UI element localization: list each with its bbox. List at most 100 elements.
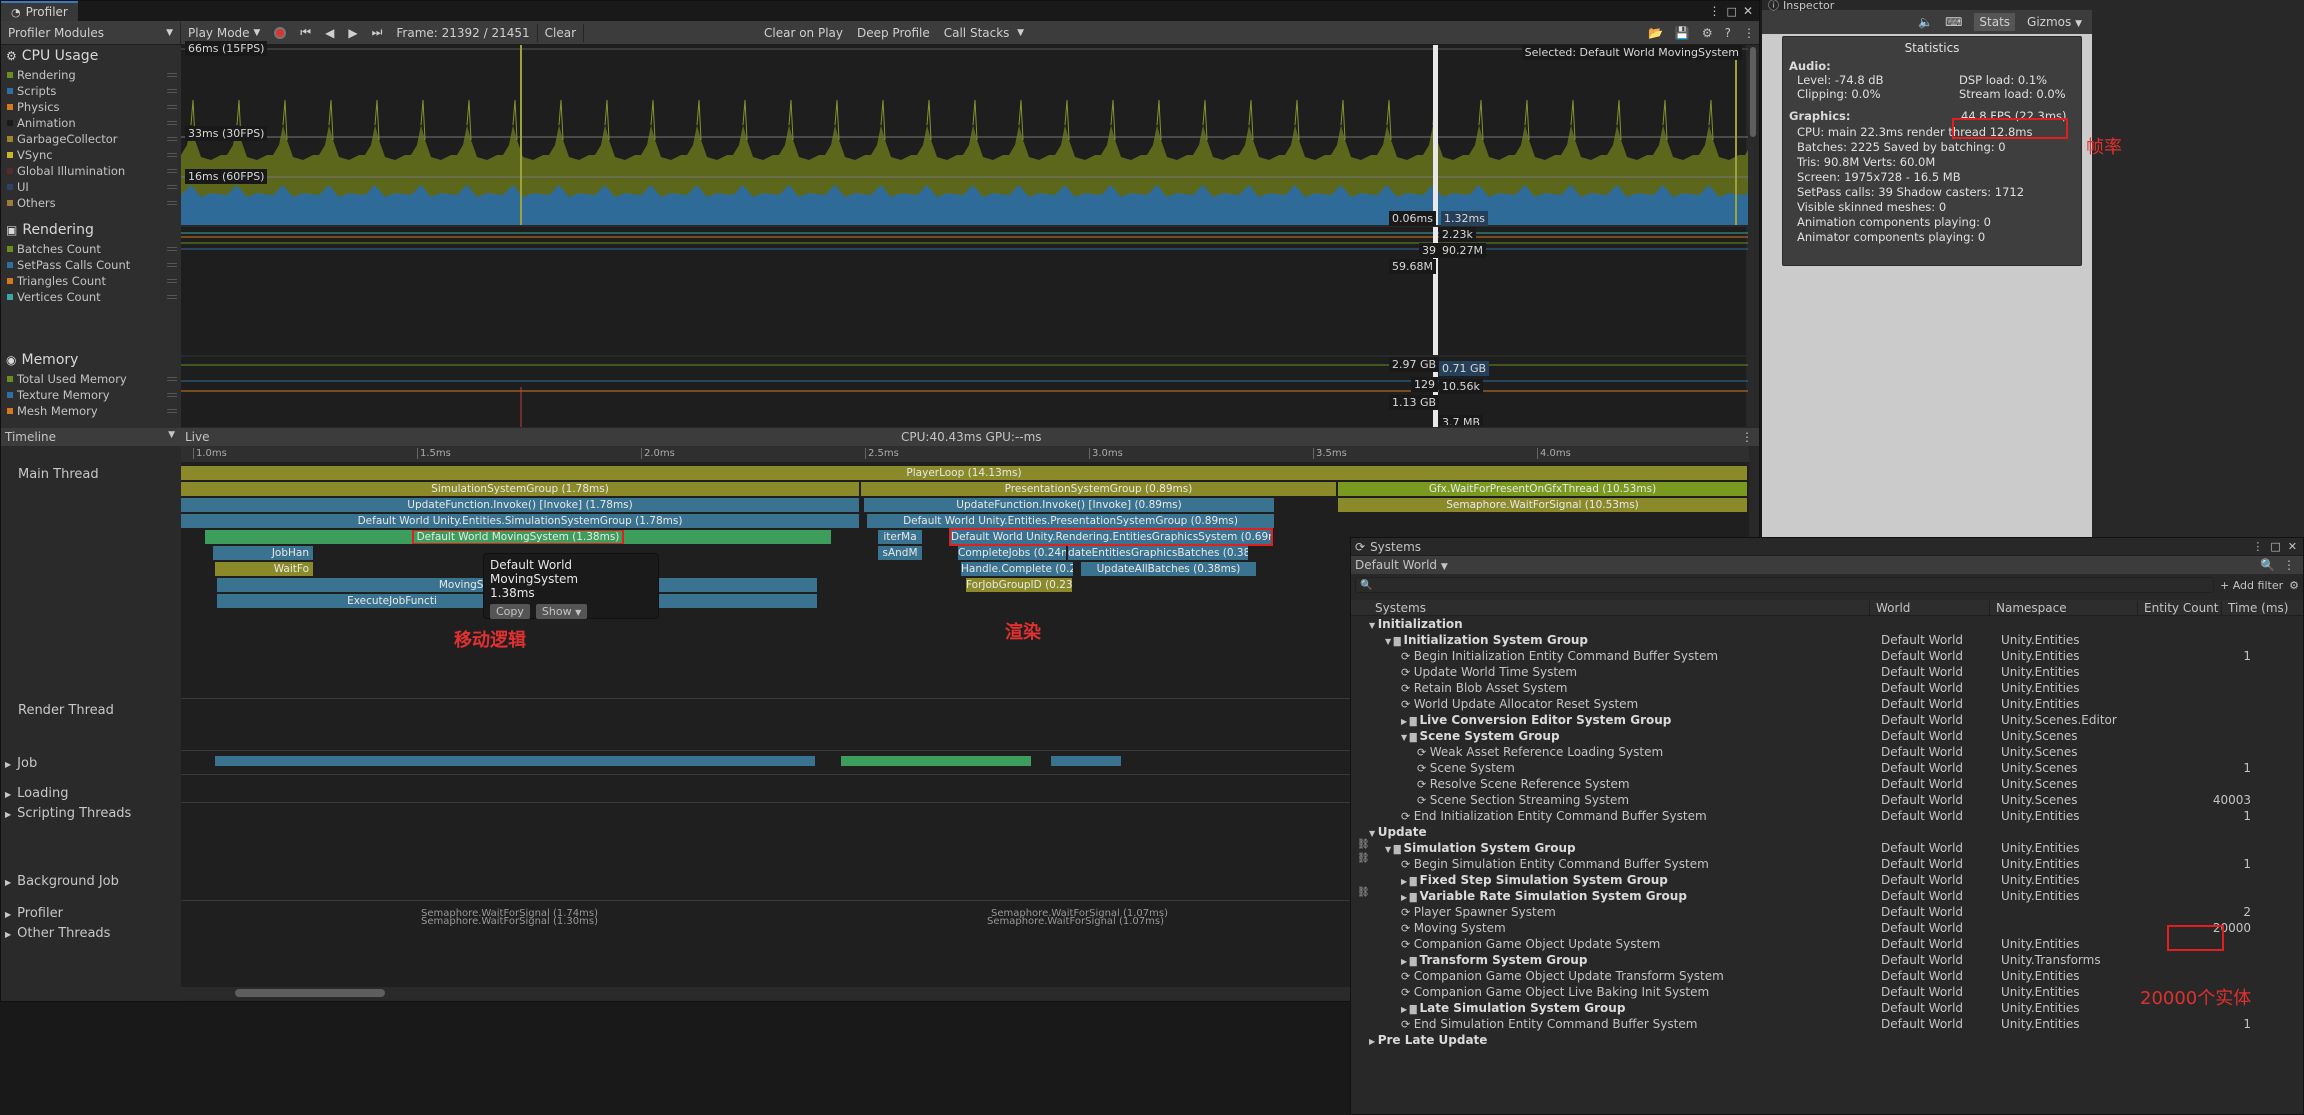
drag-handle-icon[interactable]	[167, 137, 177, 141]
maximize-icon[interactable]: □	[2270, 540, 2280, 553]
gutter-icon[interactable]: ⛓	[1357, 838, 1370, 852]
more-icon[interactable]: ⋮	[1743, 26, 1755, 40]
drag-handle-icon[interactable]	[167, 295, 177, 299]
system-row[interactable]: ▼ Initialization	[1351, 616, 2303, 632]
close-icon[interactable]: ✕	[1743, 4, 1753, 18]
add-filter-button[interactable]: + Add filter	[2220, 579, 2283, 592]
live-button[interactable]: Live	[181, 430, 210, 444]
timeline-ruler[interactable]: 1.0ms 1.5ms 2.0ms 2.5ms 3.0ms 3.5ms 4.0ms	[181, 446, 1749, 462]
stats-button[interactable]: Stats	[1974, 13, 2016, 31]
memory-legend-item[interactable]: Texture Memory	[1, 387, 181, 403]
gutter-icon[interactable]: ⛓	[1357, 886, 1370, 900]
memory-legend-item[interactable]: Total Used Memory	[1, 371, 181, 387]
system-row[interactable]: ▼ ▇ Initialization System Group Default W…	[1351, 632, 2303, 648]
memory-chart[interactable]: 2.97 GB 0.71 GB 129 10.56k 1.13 GB 3.7 M…	[181, 357, 1748, 427]
drag-handle-icon[interactable]	[167, 185, 177, 189]
tooltip-copy-button[interactable]: Copy	[490, 604, 530, 619]
drag-handle-icon[interactable]	[167, 105, 177, 109]
inspector-tab[interactable]: ⓘ Inspector	[1762, 0, 2092, 12]
col-namespace[interactable]: Namespace	[1989, 600, 2067, 615]
bar-presentation-group[interactable]: PresentationSystemGroup (0.89ms)	[861, 482, 1336, 496]
expand-arrow-icon[interactable]: ▼	[1369, 829, 1378, 838]
expand-arrow-icon[interactable]: ▼	[1401, 733, 1410, 742]
bar-simulation-group[interactable]: SimulationSystemGroup (1.78ms)	[181, 482, 859, 496]
system-row[interactable]: ⟳ Weak Asset Reference Loading System Def…	[1351, 744, 2303, 760]
bar-update-all-batches[interactable]: UpdateAllBatches (0.38ms)	[1081, 562, 1256, 576]
maximize-icon[interactable]: □	[1727, 5, 1737, 18]
system-row[interactable]: ▶ Pre Late Update	[1351, 1032, 2303, 1048]
system-row[interactable]: ▶ ▇ Fixed Step Simulation System Group De…	[1351, 872, 2303, 888]
system-row[interactable]: ⟳ Scene System Default World Unity.Scenes 1	[1351, 760, 2303, 776]
gizmos-dropdown[interactable]: Gizmos ▼	[2027, 15, 2082, 29]
clear-button[interactable]: Clear	[538, 22, 583, 44]
bar-dw-presentation[interactable]: Default World Unity.Entities.Presentatio…	[867, 514, 1274, 528]
bar-graphics-system[interactable]: Default World Unity.Rendering.EntitiesGr…	[949, 528, 1273, 546]
cpu-legend-item[interactable]: Physics	[1, 99, 181, 115]
system-row[interactable]: ▼ ▇ Simulation System Group Default World…	[1351, 840, 2303, 856]
drag-handle-icon[interactable]	[167, 263, 177, 267]
last-frame-button[interactable]: ⏭	[365, 22, 390, 44]
col-world[interactable]: World	[1869, 600, 1910, 615]
expand-arrow-icon[interactable]: ▶	[1401, 877, 1410, 886]
bar-invoke-2[interactable]: UpdateFunction.Invoke() [Invoke] (0.89ms…	[864, 498, 1274, 512]
keyboard-icon[interactable]: ⌨	[1945, 15, 1962, 29]
bar-moving-system[interactable]: Default World MovingSystem (1.38ms)	[205, 530, 831, 544]
system-row[interactable]: ⟳ Companion Game Object Update System Def…	[1351, 936, 2303, 952]
next-frame-button[interactable]: ▶	[341, 22, 364, 44]
rendering-chart[interactable]: 2.23k 39 90.27M 59.68M	[181, 227, 1748, 355]
expand-arrow-icon[interactable]: ▶	[1401, 957, 1410, 966]
rendering-header[interactable]: ▣ Rendering	[1, 219, 181, 241]
tooltip-show-button[interactable]: Show ▼	[535, 604, 588, 619]
thread-scripting[interactable]: ▶ Scripting Threads	[1, 806, 181, 821]
system-row[interactable]: ▼ Update	[1351, 824, 2303, 840]
charts-scrollbar[interactable]	[1748, 45, 1758, 427]
drag-handle-icon[interactable]	[167, 153, 177, 157]
more-options-icon[interactable]: ⋮	[1709, 4, 1721, 18]
save-icon[interactable]: 💾	[1675, 26, 1690, 40]
tab-profiler[interactable]: ◔ Profiler	[1, 1, 78, 21]
expand-arrow-icon[interactable]: ▶	[1369, 1037, 1378, 1046]
system-row[interactable]: ▶ ▇ Variable Rate Simulation System Grou…	[1351, 888, 2303, 904]
world-dropdown[interactable]: Default World ▼	[1355, 558, 1448, 572]
cpu-legend-item[interactable]: Others	[1, 195, 181, 211]
cpu-legend-item[interactable]: Animation	[1, 115, 181, 131]
system-row[interactable]: ⟳ Moving System Default World 20000	[1351, 920, 2303, 936]
memory-header[interactable]: ◉ Memory	[1, 349, 181, 371]
system-row[interactable]: ⟳ Begin Initialization Entity Command Bu…	[1351, 648, 2303, 664]
clear-on-play-button[interactable]: Clear on Play	[757, 22, 850, 44]
system-row[interactable]: ⟳ Companion Game Object Update Transform…	[1351, 968, 2303, 984]
gutter-icon[interactable]: ⛓	[1357, 852, 1370, 866]
more-options-icon[interactable]: ⋮	[2252, 540, 2263, 553]
drag-handle-icon[interactable]	[167, 279, 177, 283]
thread-profiler[interactable]: ▶ Profiler	[1, 906, 181, 921]
drag-handle-icon[interactable]	[167, 247, 177, 251]
bar-sandm[interactable]: sAndM	[878, 546, 922, 560]
cpu-legend-item[interactable]: Global Illumination	[1, 163, 181, 179]
rendering-legend-item[interactable]: Vertices Count	[1, 289, 181, 305]
cpu-legend-item[interactable]: VSync	[1, 147, 181, 163]
profiler-modules-dropdown[interactable]: Profiler Modules ▼	[1, 21, 181, 44]
rendering-legend-item[interactable]: SetPass Calls Count	[1, 257, 181, 273]
bar-semaphore[interactable]: Semaphore.WaitForSignal (10.53ms)	[1338, 498, 1747, 512]
cpu-legend-item[interactable]: UI	[1, 179, 181, 195]
col-time[interactable]: Time (ms)	[2221, 600, 2289, 615]
search-toggle-icon[interactable]: 🔍	[2260, 558, 2275, 572]
bar-update-batches[interactable]: dateEntitiesGraphicsBatches (0.38r	[1068, 546, 1248, 560]
systems-search-input[interactable]: 🔍	[1355, 577, 2215, 593]
first-frame-button[interactable]: ⏮	[293, 22, 318, 44]
help-icon[interactable]: ?	[1725, 26, 1731, 40]
col-entity-count[interactable]: Entity Count	[2137, 600, 2218, 615]
timeline-hscrollbar-thumb[interactable]	[235, 989, 385, 997]
bar-handle-complete[interactable]: Handle.Complete (0.24	[961, 562, 1073, 576]
thread-loading[interactable]: ▶ Loading	[1, 786, 181, 801]
drag-handle-icon[interactable]	[167, 409, 177, 413]
system-row[interactable]: ⟳ Scene Section Streaming System Default …	[1351, 792, 2303, 808]
prev-frame-button[interactable]: ◀	[318, 22, 341, 44]
system-row[interactable]: ⟳ Resolve Scene Reference System Default …	[1351, 776, 2303, 792]
thread-job[interactable]: ▶ Job	[1, 756, 181, 771]
expand-arrow-icon[interactable]: ▼	[1369, 621, 1378, 630]
expand-arrow-icon[interactable]: ▼	[1385, 637, 1394, 646]
system-row[interactable]: ▶ ▇ Transform System Group Default World U…	[1351, 952, 2303, 968]
cpu-legend-item[interactable]: Rendering	[1, 67, 181, 83]
system-row[interactable]: ▶ ▇ Live Conversion Editor System Group D…	[1351, 712, 2303, 728]
